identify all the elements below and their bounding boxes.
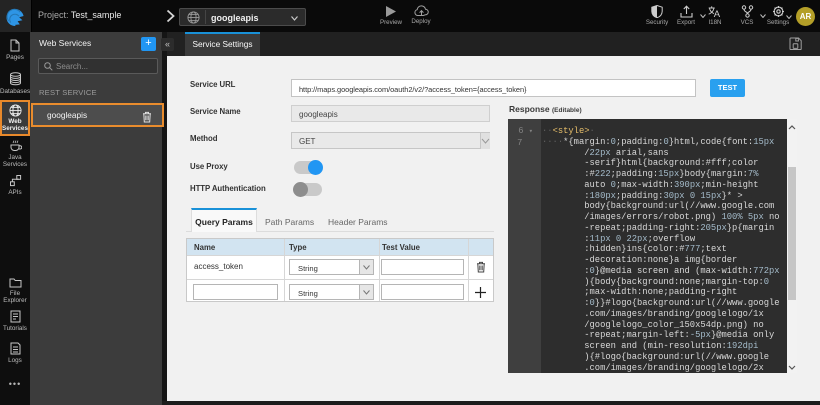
svg-text:A: A bbox=[714, 9, 721, 18]
